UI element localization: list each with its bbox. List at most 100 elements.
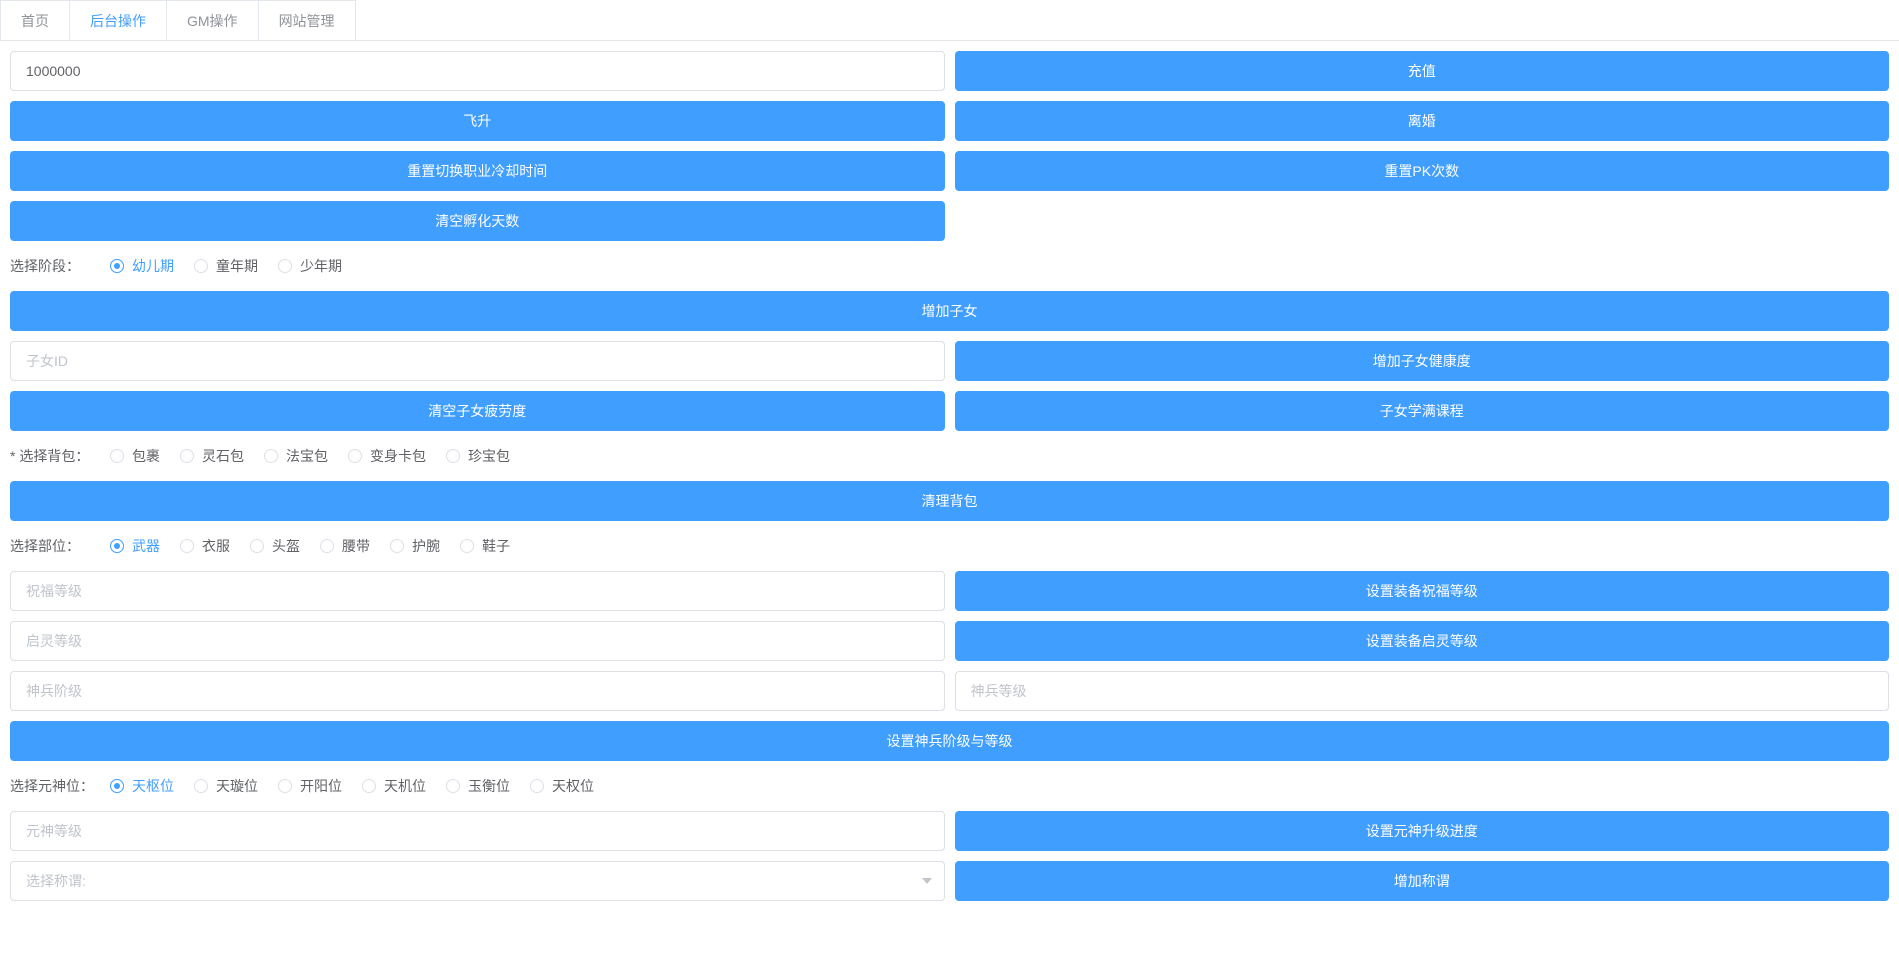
radio-icon bbox=[320, 539, 334, 553]
yuanshen-radio-group: 天枢位 天璇位 开阳位 天机位 玉衡位 天权位 bbox=[110, 776, 594, 796]
radio-part-helmet[interactable]: 头盔 bbox=[250, 536, 300, 556]
divorce-button[interactable]: 离婚 bbox=[955, 101, 1890, 141]
radio-yuanshen-tianxuan[interactable]: 天璇位 bbox=[194, 776, 258, 796]
radio-icon bbox=[264, 449, 278, 463]
qiling-level-input[interactable] bbox=[10, 621, 945, 661]
radio-icon bbox=[180, 449, 194, 463]
child-full-course-button[interactable]: 子女学满课程 bbox=[955, 391, 1890, 431]
radio-icon bbox=[110, 779, 124, 793]
amount-input[interactable] bbox=[10, 51, 945, 91]
tab-home[interactable]: 首页 bbox=[0, 0, 70, 40]
radio-icon bbox=[348, 449, 362, 463]
main-container: 充值 飞升 离婚 重置切换职业冷却时间 重置PK次数 清空孵化天数 选择阶段： … bbox=[0, 41, 1899, 921]
clear-child-fatigue-button[interactable]: 清空子女疲劳度 bbox=[10, 391, 945, 431]
radio-label: 童年期 bbox=[216, 256, 258, 276]
radio-label: 天璇位 bbox=[216, 776, 258, 796]
ascend-button[interactable]: 飞升 bbox=[10, 101, 945, 141]
add-child-health-button[interactable]: 增加子女健康度 bbox=[955, 341, 1890, 381]
tab-gm[interactable]: GM操作 bbox=[166, 0, 259, 40]
radio-icon bbox=[110, 539, 124, 553]
radio-label: 腰带 bbox=[342, 536, 370, 556]
radio-label: 幼儿期 bbox=[132, 256, 174, 276]
radio-part-clothes[interactable]: 衣服 bbox=[180, 536, 230, 556]
add-title-button[interactable]: 增加称谓 bbox=[955, 861, 1890, 901]
radio-label: 变身卡包 bbox=[370, 446, 426, 466]
reset-job-cooldown-button[interactable]: 重置切换职业冷却时间 bbox=[10, 151, 945, 191]
radio-label: 武器 bbox=[132, 536, 160, 556]
stage-label: 选择阶段： bbox=[10, 256, 110, 276]
child-id-input[interactable] bbox=[10, 341, 945, 381]
set-equip-bless-button[interactable]: 设置装备祝福等级 bbox=[955, 571, 1890, 611]
reset-pk-count-button[interactable]: 重置PK次数 bbox=[955, 151, 1890, 191]
title-select[interactable]: 选择称谓: bbox=[10, 861, 945, 901]
radio-icon bbox=[278, 779, 292, 793]
bag-select-row: 选择背包： 包裹 灵石包 法宝包 变身卡包 珍宝包 bbox=[10, 441, 1889, 471]
radio-label: 天枢位 bbox=[132, 776, 174, 796]
clear-bag-button[interactable]: 清理背包 bbox=[10, 481, 1889, 521]
radio-yuanshen-tianquan[interactable]: 天权位 bbox=[530, 776, 594, 796]
yuanshen-select-row: 选择元神位： 天枢位 天璇位 开阳位 天机位 玉衡位 bbox=[10, 771, 1889, 801]
radio-icon bbox=[362, 779, 376, 793]
radio-icon bbox=[390, 539, 404, 553]
clear-hatch-days-button[interactable]: 清空孵化天数 bbox=[10, 201, 945, 241]
part-select-row: 选择部位： 武器 衣服 头盔 腰带 护腕 bbox=[10, 531, 1889, 561]
tab-backend[interactable]: 后台操作 bbox=[69, 0, 167, 40]
radio-bag-package[interactable]: 包裹 bbox=[110, 446, 160, 466]
radio-stage-youth[interactable]: 少年期 bbox=[278, 256, 342, 276]
stage-select-row: 选择阶段： 幼儿期 童年期 少年期 bbox=[10, 251, 1889, 281]
radio-label: 天权位 bbox=[552, 776, 594, 796]
bag-radio-group: 包裹 灵石包 法宝包 变身卡包 珍宝包 bbox=[110, 446, 510, 466]
tabs-bar: 首页 后台操作 GM操作 网站管理 bbox=[0, 0, 1899, 41]
radio-part-belt[interactable]: 腰带 bbox=[320, 536, 370, 556]
radio-label: 天机位 bbox=[384, 776, 426, 796]
radio-label: 少年期 bbox=[300, 256, 342, 276]
radio-icon bbox=[460, 539, 474, 553]
radio-yuanshen-tianshu[interactable]: 天枢位 bbox=[110, 776, 174, 796]
radio-bag-transform[interactable]: 变身卡包 bbox=[348, 446, 426, 466]
radio-yuanshen-tianji[interactable]: 天机位 bbox=[362, 776, 426, 796]
radio-label: 珍宝包 bbox=[468, 446, 510, 466]
yuanshen-label: 选择元神位： bbox=[10, 776, 110, 796]
shenbing-stage-input[interactable] bbox=[10, 671, 945, 711]
radio-label: 开阳位 bbox=[300, 776, 342, 796]
radio-stage-childhood[interactable]: 童年期 bbox=[194, 256, 258, 276]
radio-part-weapon[interactable]: 武器 bbox=[110, 536, 160, 556]
radio-icon bbox=[446, 449, 460, 463]
yuanshen-level-input[interactable] bbox=[10, 811, 945, 851]
radio-icon bbox=[194, 259, 208, 273]
radio-yuanshen-kaiyang[interactable]: 开阳位 bbox=[278, 776, 342, 796]
tab-site-admin[interactable]: 网站管理 bbox=[258, 0, 356, 40]
radio-label: 护腕 bbox=[412, 536, 440, 556]
set-shenbing-button[interactable]: 设置神兵阶级与等级 bbox=[10, 721, 1889, 761]
radio-icon bbox=[278, 259, 292, 273]
recharge-button[interactable]: 充值 bbox=[955, 51, 1890, 91]
radio-stage-infant[interactable]: 幼儿期 bbox=[110, 256, 174, 276]
radio-icon bbox=[194, 779, 208, 793]
radio-label: 衣服 bbox=[202, 536, 230, 556]
radio-icon bbox=[110, 259, 124, 273]
part-radio-group: 武器 衣服 头盔 腰带 护腕 鞋子 bbox=[110, 536, 510, 556]
radio-bag-magic[interactable]: 法宝包 bbox=[264, 446, 328, 466]
select-placeholder: 选择称谓: bbox=[26, 871, 86, 891]
bag-label: 选择背包： bbox=[10, 446, 110, 466]
radio-bag-treasure[interactable]: 珍宝包 bbox=[446, 446, 510, 466]
set-equip-qiling-button[interactable]: 设置装备启灵等级 bbox=[955, 621, 1890, 661]
radio-yuanshen-yuheng[interactable]: 玉衡位 bbox=[446, 776, 510, 796]
part-label: 选择部位： bbox=[10, 536, 110, 556]
radio-icon bbox=[250, 539, 264, 553]
radio-icon bbox=[110, 449, 124, 463]
radio-label: 头盔 bbox=[272, 536, 300, 556]
add-child-button[interactable]: 增加子女 bbox=[10, 291, 1889, 331]
set-yuanshen-progress-button[interactable]: 设置元神升级进度 bbox=[955, 811, 1890, 851]
radio-label: 鞋子 bbox=[482, 536, 510, 556]
radio-label: 灵石包 bbox=[202, 446, 244, 466]
shenbing-level-input[interactable] bbox=[955, 671, 1890, 711]
radio-icon bbox=[180, 539, 194, 553]
radio-label: 包裹 bbox=[132, 446, 160, 466]
bless-level-input[interactable] bbox=[10, 571, 945, 611]
radio-part-bracer[interactable]: 护腕 bbox=[390, 536, 440, 556]
radio-bag-stone[interactable]: 灵石包 bbox=[180, 446, 244, 466]
radio-label: 法宝包 bbox=[286, 446, 328, 466]
radio-part-shoes[interactable]: 鞋子 bbox=[460, 536, 510, 556]
radio-label: 玉衡位 bbox=[468, 776, 510, 796]
